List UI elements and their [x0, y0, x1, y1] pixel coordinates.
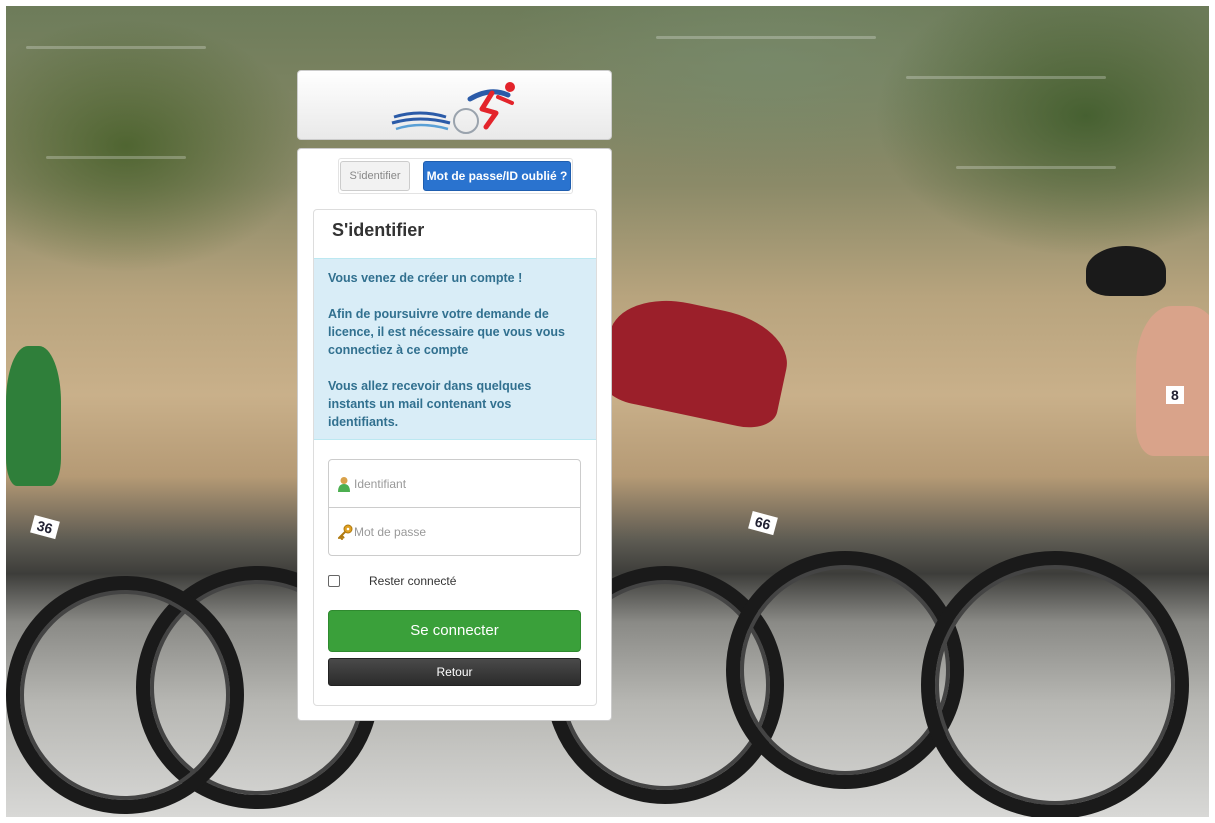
login-panel: S'identifier Mot de passe/ID oublié ? S'…	[297, 148, 612, 721]
back-button[interactable]: Retour	[328, 658, 581, 686]
remember-me-checkbox[interactable]	[328, 575, 340, 587]
password-field[interactable]: Mot de passe	[329, 508, 580, 556]
key-icon	[337, 524, 353, 540]
identifier-field[interactable]: Identifiant	[329, 460, 580, 508]
alert-line-continue: Afin de poursuivre votre demande de lice…	[328, 307, 565, 357]
login-button[interactable]: Se connecter	[328, 610, 581, 652]
bib-number: 66	[748, 510, 778, 536]
login-card: S'identifier Vous venez de créer un comp…	[313, 209, 597, 706]
forgot-password-button[interactable]: Mot de passe/ID oublié ?	[423, 161, 571, 191]
card-title: S'identifier	[332, 220, 425, 240]
alert-line-created: Vous venez de créer un compte !	[328, 271, 523, 285]
logo-header	[297, 70, 612, 140]
remember-me-row: Rester connecté	[328, 572, 568, 590]
remember-me-label[interactable]: Rester connecté	[369, 574, 456, 588]
password-placeholder: Mot de passe	[354, 525, 427, 539]
user-icon	[337, 476, 351, 492]
identifier-placeholder: Identifiant	[354, 476, 407, 491]
tab-identify-button[interactable]: S'identifier	[340, 161, 410, 191]
bib-number: 8	[1166, 386, 1184, 404]
alert-line-mail: Vous allez recevoir dans quelques instan…	[328, 379, 532, 429]
credentials-group: Identifiant Mot de passe	[328, 459, 581, 556]
info-alert: Vous venez de créer un compte ! Afin de …	[314, 258, 596, 440]
triathlon-logo	[391, 82, 515, 134]
bib-number: 36	[30, 514, 60, 540]
